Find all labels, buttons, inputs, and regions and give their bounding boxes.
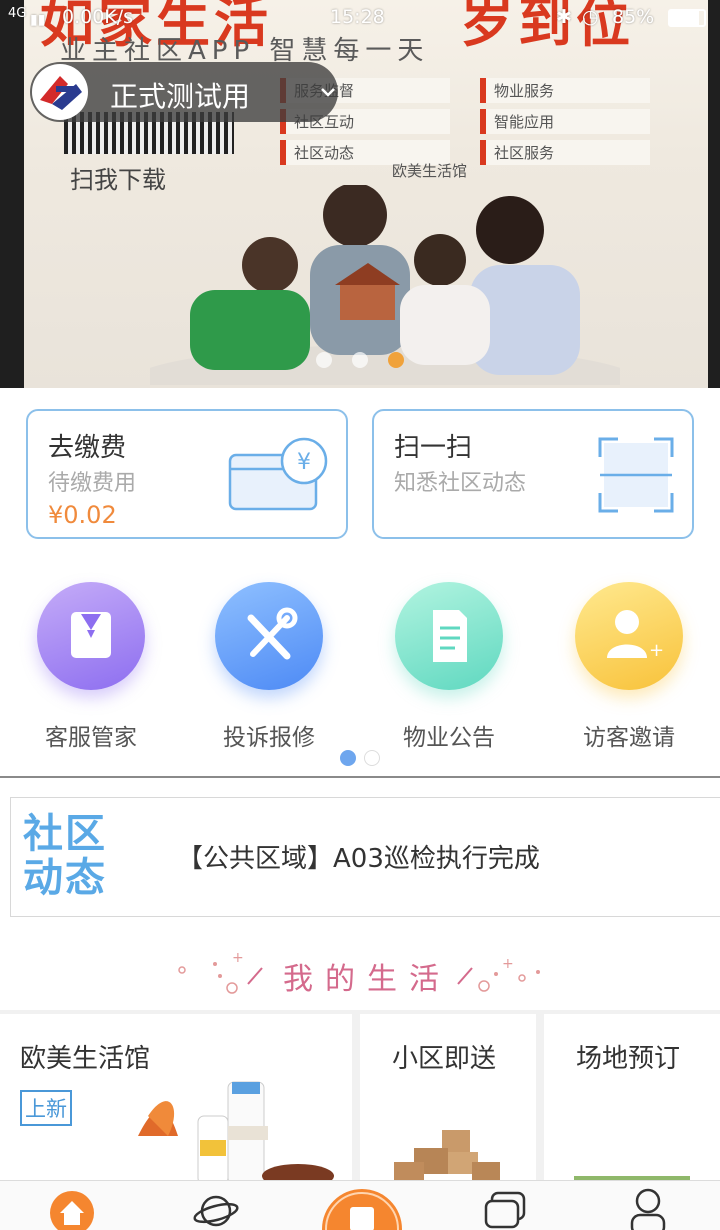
battery-icon <box>668 9 706 27</box>
community-news[interactable]: 社区 动态 【公共区域】A03巡检执行完成 <box>10 797 720 917</box>
scan-subtitle: 知悉社区动态 <box>394 471 527 496</box>
service-title: 小区即送 <box>392 1044 497 1074</box>
svg-text:¥: ¥ <box>297 450 311 475</box>
svg-text:+: + <box>502 956 514 972</box>
status-bar: 4G ▮▮ 0.00K/s 15:28 ✱ ◷ 85% <box>0 0 720 36</box>
quick-action-visitor[interactable]: + 访客邀请 <box>574 582 684 752</box>
app-screen: 如家生活 岁到位 业主社区APP 智慧每一天 服务监督 物业服务 社区互动 智能… <box>0 0 720 1230</box>
boxes-image <box>394 1130 500 1184</box>
signal-icon: ▮▮ <box>30 12 46 28</box>
banner-menu-item: 物业服务 <box>480 78 650 103</box>
banner-menu: 服务监督 物业服务 社区互动 智能应用 社区动态 社区服务 <box>280 78 680 171</box>
home-icon[interactable] <box>48 1187 96 1230</box>
quick-action-notice[interactable]: 物业公告 <box>394 582 504 752</box>
banner-pagination <box>316 352 404 368</box>
battery-level: 85% <box>612 6 655 28</box>
news-headline[interactable]: 【公共区域】A03巡检执行完成 <box>177 838 540 875</box>
promo-banner[interactable]: 如家生活 岁到位 业主社区APP 智慧每一天 服务监督 物业服务 社区互动 智能… <box>0 0 720 388</box>
chevron-down-icon <box>321 88 335 97</box>
page-dot-active <box>340 750 356 766</box>
scan-card[interactable]: 扫一扫 知悉社区动态 <box>372 409 694 539</box>
pay-fee-amount: ¥0.02 <box>48 501 117 529</box>
service-card-delivery[interactable]: 小区即送 <box>360 1014 536 1184</box>
pay-fee-subtitle: 待缴费用 <box>48 471 137 496</box>
banner-edge-left <box>0 0 24 388</box>
cosmetics-image <box>138 1081 334 1184</box>
pay-fee-card[interactable]: 去缴费 待缴费用 ¥0.02 ¥ <box>26 409 348 539</box>
quick-actions-pagination <box>340 750 380 766</box>
sparkle-right-icon: + <box>457 956 540 992</box>
section-divider <box>0 776 720 778</box>
news-tag-line: 动态 <box>23 855 107 901</box>
pay-fee-title: 去缴费 <box>48 433 127 463</box>
network-speed: 0.00K/s <box>62 6 134 28</box>
sparkle-left-icon: + <box>178 950 263 994</box>
banner-dot <box>352 352 368 368</box>
planet-icon[interactable] <box>192 1187 240 1230</box>
banner-menu-item: 社区服务 <box>480 140 650 165</box>
life-section-title: 我的生活 <box>283 962 451 997</box>
quick-action-butler[interactable]: 客服管家 <box>36 582 146 752</box>
scan-title: 扫一扫 <box>394 433 473 463</box>
banner-dot <box>316 352 332 368</box>
wallet-icon: ¥ <box>228 437 328 511</box>
service-title: 欧美生活馆 <box>20 1044 151 1074</box>
notice-icon <box>395 582 503 690</box>
banner-edge-right <box>708 0 720 388</box>
butler-icon <box>37 582 145 690</box>
chat-icon[interactable] <box>482 1187 530 1230</box>
service-card-venue[interactable]: 场地预订 <box>544 1014 720 1184</box>
bluetooth-icon: ✱ <box>556 6 572 28</box>
news-tag: 社区 动态 <box>23 812 151 900</box>
app-logo <box>32 64 88 120</box>
service-card-mall[interactable]: 欧美生活馆 上新 <box>0 1014 352 1184</box>
banner-dot-active <box>388 352 404 368</box>
svg-text:+: + <box>232 950 244 966</box>
page-dot <box>364 750 380 766</box>
alarm-icon: ◷ <box>582 6 599 28</box>
quick-action-label: 客服管家 <box>45 725 137 751</box>
tools-icon <box>215 582 323 690</box>
quick-action-label: 物业公告 <box>403 725 495 751</box>
visitor-icon: + <box>575 582 683 690</box>
environment-selector[interactable]: 正式测试用 <box>30 62 338 122</box>
news-tag-line: 社区 <box>23 811 107 857</box>
quick-action-label: 访客邀请 <box>583 725 675 751</box>
quick-action-repair[interactable]: 投诉报修 <box>214 582 324 752</box>
center-icon[interactable] <box>320 1187 404 1230</box>
quick-action-label: 投诉报修 <box>223 725 315 751</box>
new-badge: 上新 <box>20 1090 72 1126</box>
banner-menu-item: 智能应用 <box>480 109 650 134</box>
profile-icon[interactable] <box>626 1187 674 1230</box>
banner-footer-brand: 欧美生活馆 <box>392 162 468 180</box>
clock: 15:28 <box>330 6 385 28</box>
svg-text:+: + <box>649 640 664 661</box>
bottom-tab-bar <box>0 1180 720 1230</box>
scan-icon <box>598 437 674 513</box>
environment-label: 正式测试用 <box>110 80 251 113</box>
service-title: 场地预订 <box>576 1044 681 1074</box>
life-section-header: + 我的生活 + <box>0 940 720 1010</box>
network-type: 4G <box>8 6 27 21</box>
